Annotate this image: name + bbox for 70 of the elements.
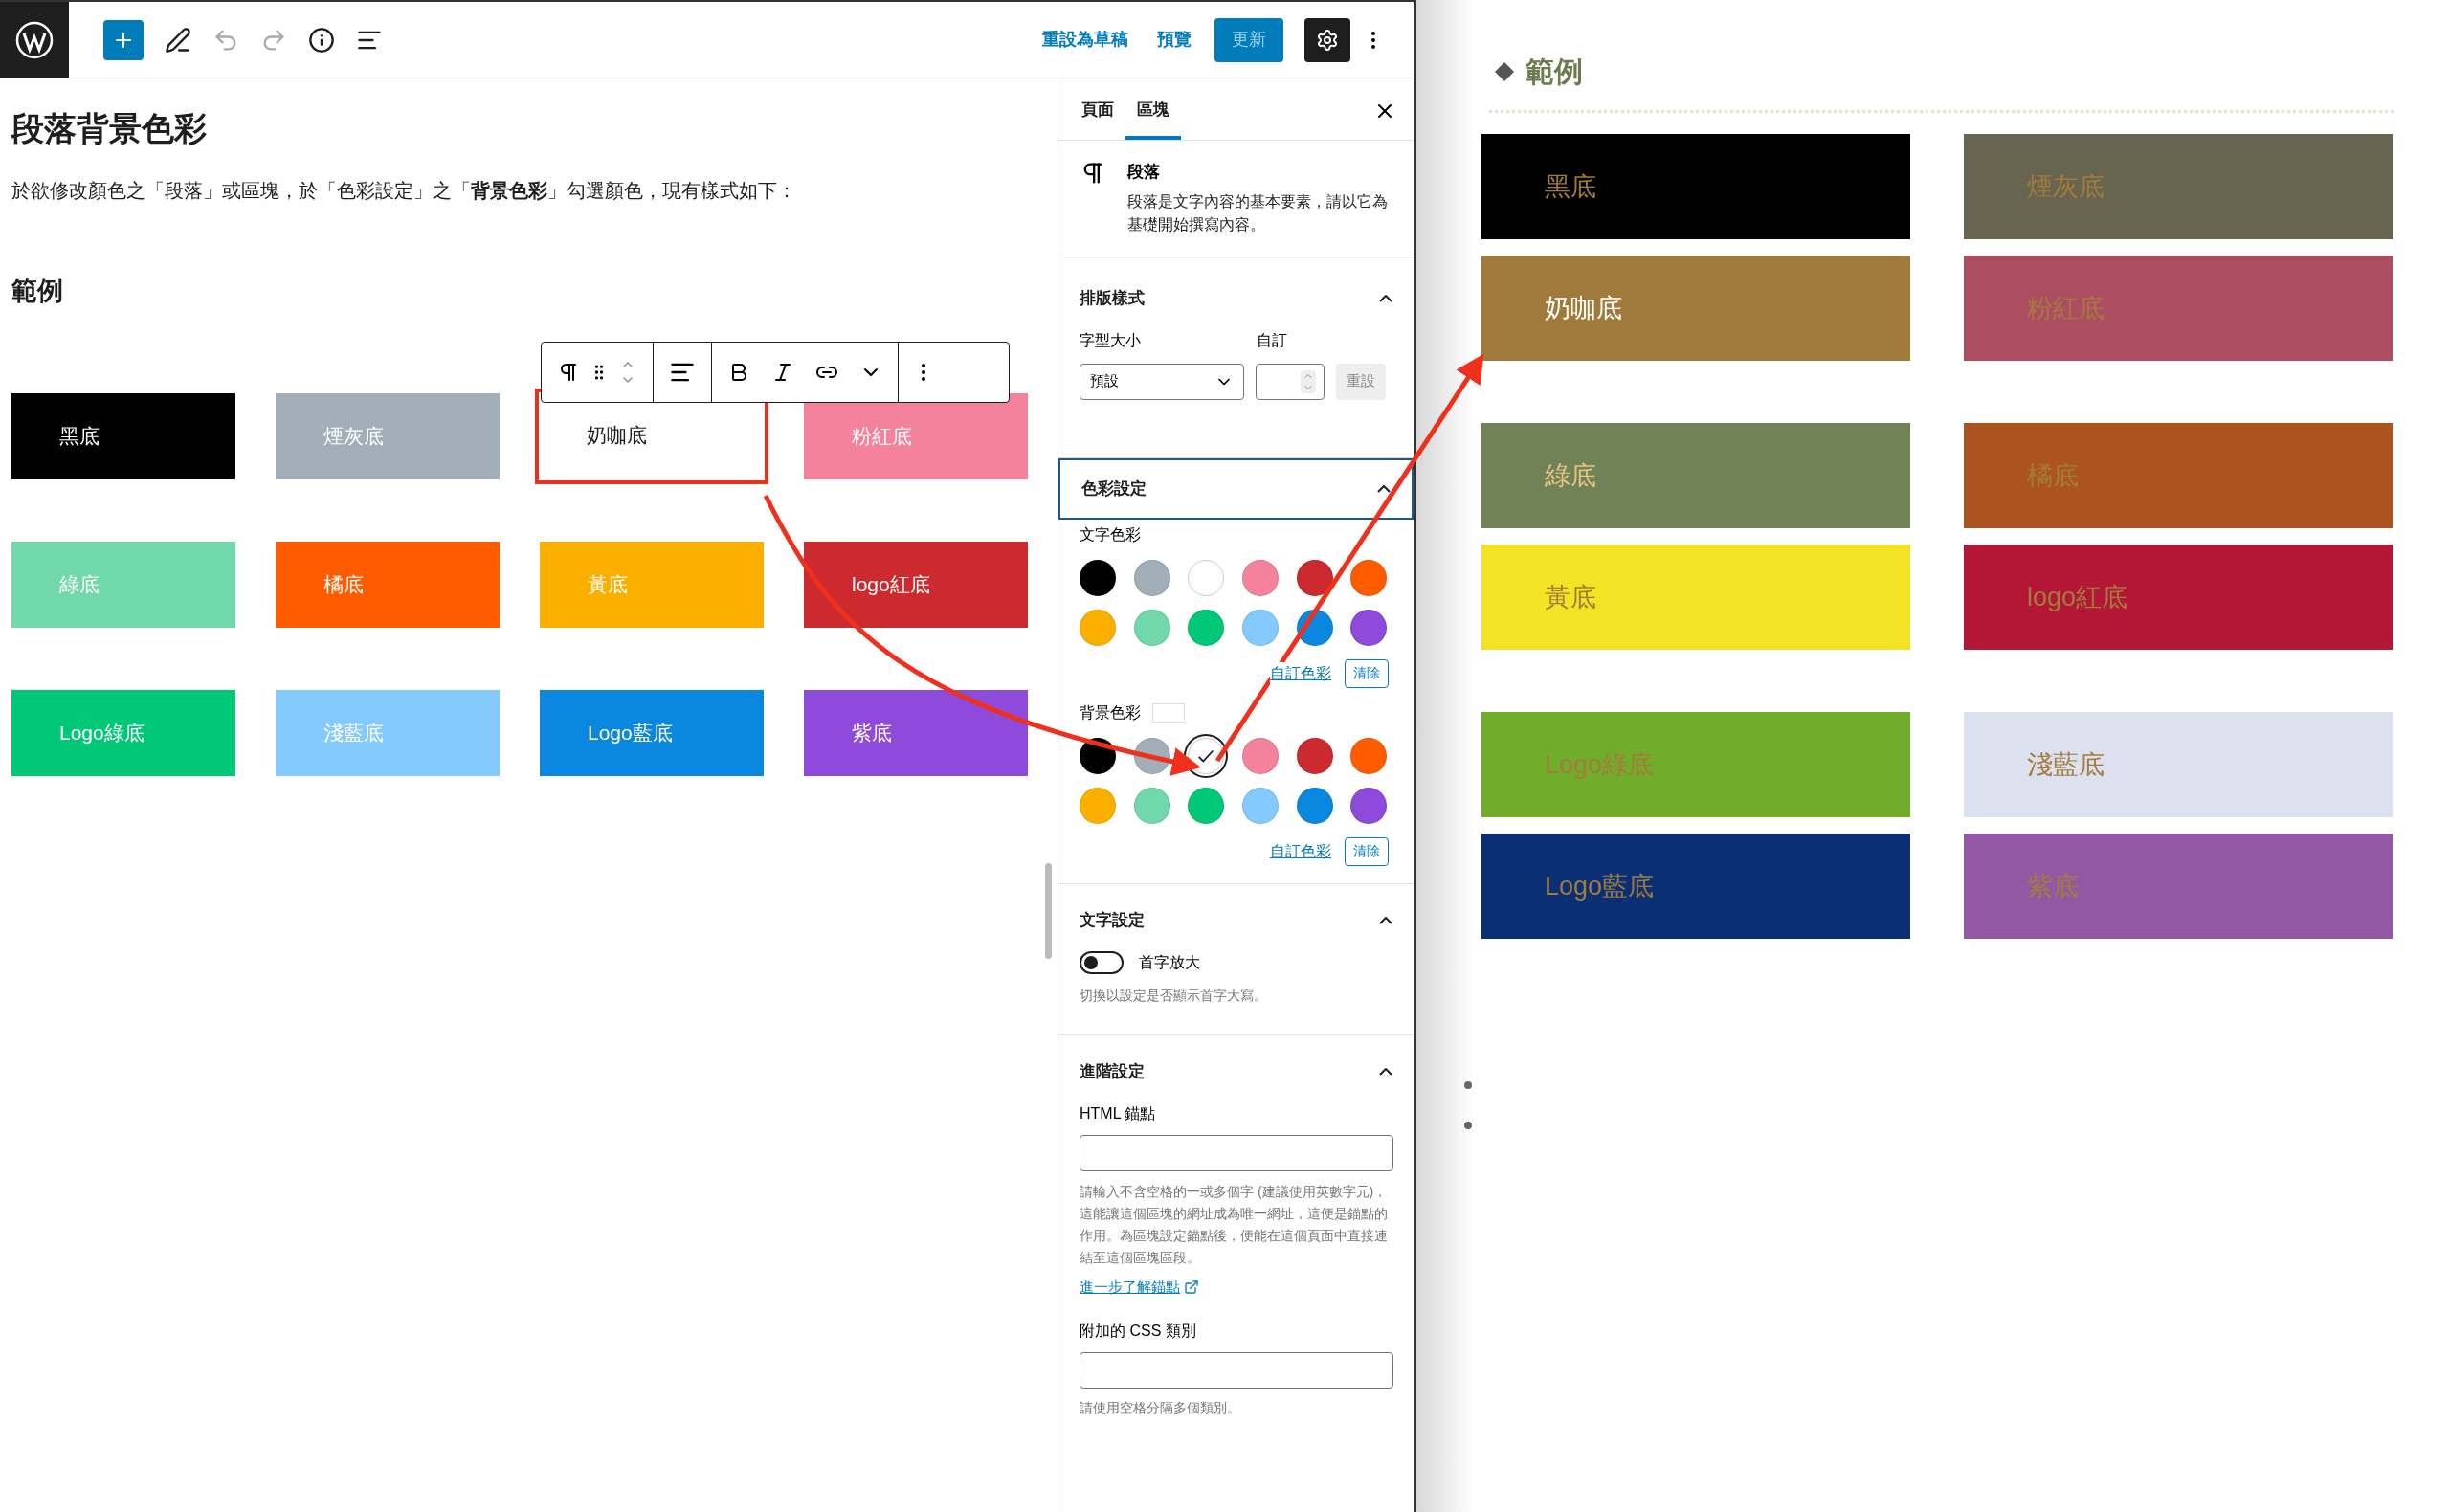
section-heading: 範例 (11, 276, 64, 308)
chevron-up-icon (1379, 1067, 1392, 1076)
custom-size-field[interactable] (1256, 363, 1325, 400)
color-block: 煙灰底 (276, 392, 500, 479)
panel-header[interactable]: 進階設定 (1058, 1040, 1414, 1102)
wordpress-icon (15, 20, 54, 59)
block-title: 段落 (1127, 162, 1161, 183)
color-block: 紫底 (804, 689, 1028, 776)
color-block: 黑底 (1481, 134, 1910, 239)
font-size-select[interactable]: 預設 (1080, 363, 1244, 400)
color-block: Logo藍底 (1481, 834, 1910, 939)
color-block: 黃底 (540, 541, 764, 628)
color-swatch[interactable] (1188, 559, 1225, 596)
settings-button[interactable] (1304, 17, 1350, 62)
add-block-button[interactable] (103, 19, 144, 60)
learn-more-link[interactable]: 進一步了解錨點 (1080, 1276, 1199, 1299)
post-title: 段落背景色彩 (11, 109, 208, 148)
color-block: 黑底 (11, 392, 235, 479)
edit-icon[interactable] (165, 26, 191, 54)
external-link-icon (1184, 1279, 1199, 1296)
css-class-label: 附加的 CSS 類別 (1080, 1321, 1197, 1341)
chevron-up-icon (1377, 484, 1391, 493)
sidebar-tab[interactable]: 區塊 (1125, 84, 1181, 140)
preview-link[interactable]: 預覽 (1157, 27, 1192, 53)
wordpress-logo[interactable] (0, 2, 69, 78)
info-icon[interactable] (308, 26, 335, 54)
help-text: 請輸入不含空格的一或多個字 (建議使用英數字元)，這能讓這個區塊的網址成為唯一網址，這便是錨點的作用。為區塊設定錨點後，便能在這個頁面中直接連結至這個區塊區段。 (1080, 1182, 1389, 1267)
update-button[interactable]: 更新 (1214, 17, 1283, 62)
save-draft-link[interactable]: 重設為草稿 (1042, 27, 1128, 53)
gear-icon (1316, 28, 1339, 52)
color-block: logo紅底 (1964, 545, 2393, 650)
toggle-switch[interactable] (1080, 950, 1124, 974)
clear-button[interactable]: 清除 (1345, 836, 1389, 866)
panel-header[interactable]: 文字設定 (1058, 889, 1414, 951)
custom-color-link[interactable]: 自訂色彩 (1270, 839, 1331, 863)
color-block: logo紅底 (804, 541, 1028, 628)
anchor-label: HTML 錨點 (1080, 1103, 1157, 1123)
paragraph-text: 於欲修改顏色之「段落」或區塊，於「色彩設定」之「背景色彩」勾選顏色，現有樣式如下： (11, 179, 797, 204)
toggle-label: 首字放大 (1139, 952, 1200, 972)
color-block: Logo綠底 (11, 689, 235, 776)
color-block: 綠底 (1481, 423, 1910, 528)
color-block: 淺藍底 (1964, 712, 2393, 817)
color-block: 紫底 (1964, 834, 2393, 939)
chevron-up-icon (1379, 916, 1392, 924)
block-description: 段落是文字內容的基本要素，請以它為基礎開始撰寫內容。 (1127, 191, 1389, 234)
anchor-input[interactable] (1080, 1134, 1393, 1171)
help-text: 切換以設定是否顯示首字大寫。 (1080, 986, 1268, 1005)
panel-header[interactable]: 色彩設定 (1058, 457, 1414, 520)
preview-heading: 範例 (1526, 55, 1583, 89)
color-preview (1152, 702, 1185, 723)
css-class-input[interactable] (1080, 1351, 1393, 1389)
color-block: 黃底 (1481, 545, 1910, 650)
panel-header[interactable]: 排版樣式 (1058, 267, 1414, 329)
custom-color-link[interactable]: 自訂色彩 (1270, 661, 1331, 685)
color-block: 煙灰底 (1964, 134, 2393, 239)
custom-size-label: 自訂 (1257, 330, 1287, 350)
reset-button[interactable]: 重設 (1336, 363, 1386, 400)
text-color-label: 文字色彩 (1080, 524, 1142, 545)
color-block: 奶咖底 (1481, 256, 1910, 361)
diamond-icon (1493, 59, 1516, 83)
color-block: 綠底 (11, 541, 235, 628)
color-block: Logo藍底 (540, 689, 764, 776)
color-block: 橘底 (276, 541, 500, 628)
clear-button[interactable]: 清除 (1345, 658, 1389, 688)
background-color-label: 背景色彩 (1080, 702, 1141, 723)
color-block: 淺藍底 (276, 689, 500, 776)
help-text: 請使用空格分隔多個類別。 (1080, 1398, 1241, 1417)
sidebar-tab[interactable]: 頁面 (1070, 84, 1125, 140)
font-size-label: 字型大小 (1080, 330, 1142, 350)
chevron-up-icon (1379, 294, 1392, 302)
